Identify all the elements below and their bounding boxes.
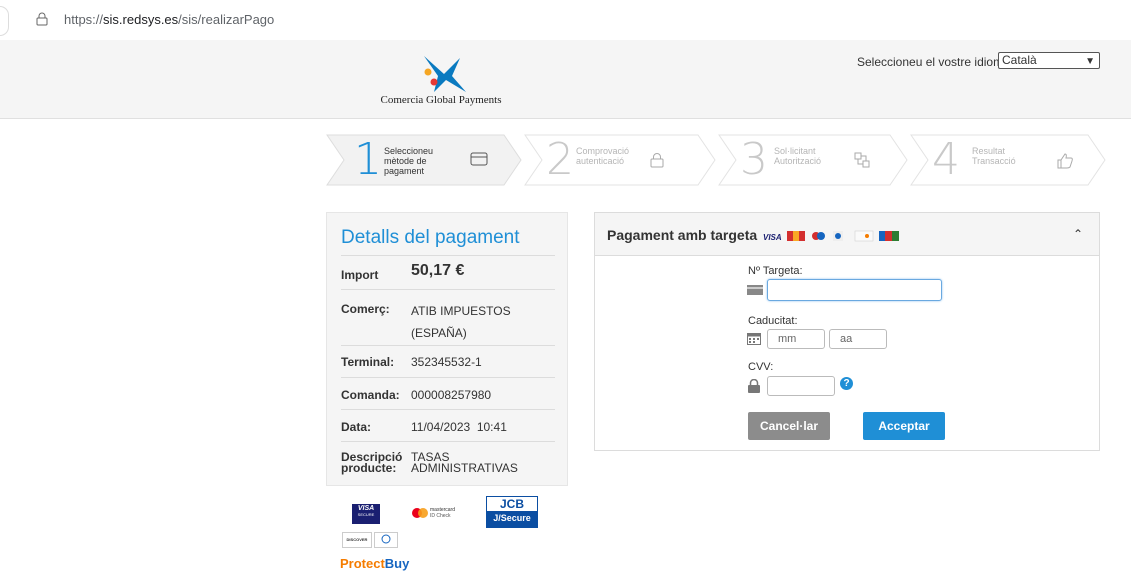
progress-steps: 1 Seleccioneu mètode de pagament 2 Compr… — [326, 134, 1106, 186]
chevron-down-icon: ▼ — [1085, 56, 1095, 67]
mastercard-id-check-logo: mastercard ID Check — [412, 506, 472, 522]
page-header — [0, 40, 1131, 119]
step-label: Resultat Transacció — [972, 146, 1016, 166]
card-icon — [747, 285, 763, 295]
detail-key: Terminal: — [341, 355, 395, 369]
step-label: Sol·licitant Autorització — [774, 146, 822, 166]
detail-row-description: Descripció producte: TASAS ADMINISTRATIV… — [341, 441, 555, 486]
jcb-jsecure-logo: JCB J/Secure — [486, 496, 538, 528]
detail-value: 11/04/2023 10:41 — [411, 420, 507, 434]
star-logo-icon — [424, 56, 466, 92]
thumbs-up-icon — [1057, 153, 1073, 169]
card-payment-panel: Pagament amb targeta VISA ⌃ Nº Targeta: … — [594, 212, 1100, 451]
card-brands-icon: VISA — [763, 230, 899, 242]
help-icon[interactable]: ? — [840, 377, 853, 390]
step-1: 1 Seleccioneu mètode de pagament — [326, 134, 522, 186]
collapse-caret-icon[interactable]: ⌃ — [1073, 227, 1083, 241]
step-number: 2 — [546, 134, 574, 185]
language-label: Seleccioneu el vostre idioma — [857, 55, 1010, 69]
detail-key: Comanda: — [341, 388, 400, 402]
detail-value: ATIB IMPUESTOS (ESPAÑA) — [411, 304, 511, 340]
caixabank-logo: Comercia Global Payments — [376, 50, 506, 112]
detail-key: Descripció producte: — [341, 450, 403, 475]
protectbuy-logo: ProtectBuy — [340, 556, 410, 571]
payment-details-panel: Detalls del pagament Import 50,17 € Come… — [326, 212, 568, 486]
language-select[interactable]: Català ▼ — [998, 52, 1100, 69]
expiry-label: Caducitat: — [748, 315, 798, 327]
card-payment-title: Pagament amb targeta — [607, 227, 758, 243]
step-number: 4 — [932, 134, 960, 185]
lock-icon — [36, 12, 48, 26]
visa-secure-logo: VISA SECURE — [352, 504, 380, 524]
detail-key: Data: — [341, 420, 372, 434]
step-4: 4 Resultat Transacció — [910, 134, 1106, 186]
expiry-year-input[interactable]: aa — [829, 329, 887, 349]
step-label: Comprovació autenticació — [576, 146, 630, 166]
url-text[interactable]: https://sis.redsys.es/sis/realizarPago — [64, 12, 274, 27]
detail-value: 50,17 € — [411, 262, 465, 279]
detail-key: Import — [341, 268, 379, 282]
detail-value: 352345532-1 — [411, 355, 482, 369]
details-title: Detalls del pagament — [341, 227, 520, 248]
detail-value: 000008257980 — [411, 388, 492, 402]
card-number-input[interactable] — [767, 279, 942, 301]
cancel-button[interactable]: Cancel·lar — [748, 412, 830, 440]
browser-address-bar[interactable]: https://sis.redsys.es/sis/realizarPago — [0, 0, 1131, 40]
detail-row-terminal: Terminal: 352345532-1 — [341, 345, 555, 378]
diners-club-icon — [374, 532, 398, 548]
accept-button[interactable]: Acceptar — [863, 412, 945, 440]
detail-value: TASAS ADMINISTRATIVAS — [411, 450, 518, 475]
svg-text:VISA: VISA — [763, 233, 782, 242]
expiry-month-input[interactable]: mm — [767, 329, 825, 349]
lock-icon — [748, 379, 760, 393]
detail-row-merchant: Comerç: ATIB IMPUESTOS (ESPAÑA) — [341, 289, 555, 344]
detail-row-import: Import 50,17 € — [341, 255, 555, 290]
brand-name: Comercia Global Payments — [380, 94, 502, 106]
mastercard-icon — [412, 508, 428, 518]
calendar-icon — [747, 333, 761, 345]
step-2: 2 Comprovació autenticació — [524, 134, 716, 186]
discover-logo: DISCOVER — [342, 532, 372, 548]
card-icon — [470, 152, 488, 166]
cvv-input[interactable] — [767, 376, 835, 396]
step-label: Seleccioneu mètode de pagament — [384, 146, 434, 176]
detail-key: Comerç: — [341, 302, 390, 316]
step-number: 3 — [740, 134, 768, 185]
cvv-label: CVV: — [748, 361, 774, 373]
network-icon — [854, 152, 870, 168]
language-selected: Català — [1002, 53, 1037, 67]
card-number-label: Nº Targeta: — [748, 265, 803, 277]
card-payment-header[interactable]: Pagament amb targeta VISA ⌃ — [595, 213, 1099, 256]
security-logos: VISA SECURE mastercard ID Check JCB J/Se… — [340, 492, 540, 574]
lock-icon — [650, 153, 664, 168]
step-number: 1 — [354, 134, 382, 185]
tab-edge — [0, 6, 9, 36]
step-3: 3 Sol·licitant Autorització — [718, 134, 908, 186]
detail-row-order: Comanda: 000008257980 — [341, 377, 555, 410]
detail-row-date: Data: 11/04/2023 10:41 — [341, 409, 555, 442]
